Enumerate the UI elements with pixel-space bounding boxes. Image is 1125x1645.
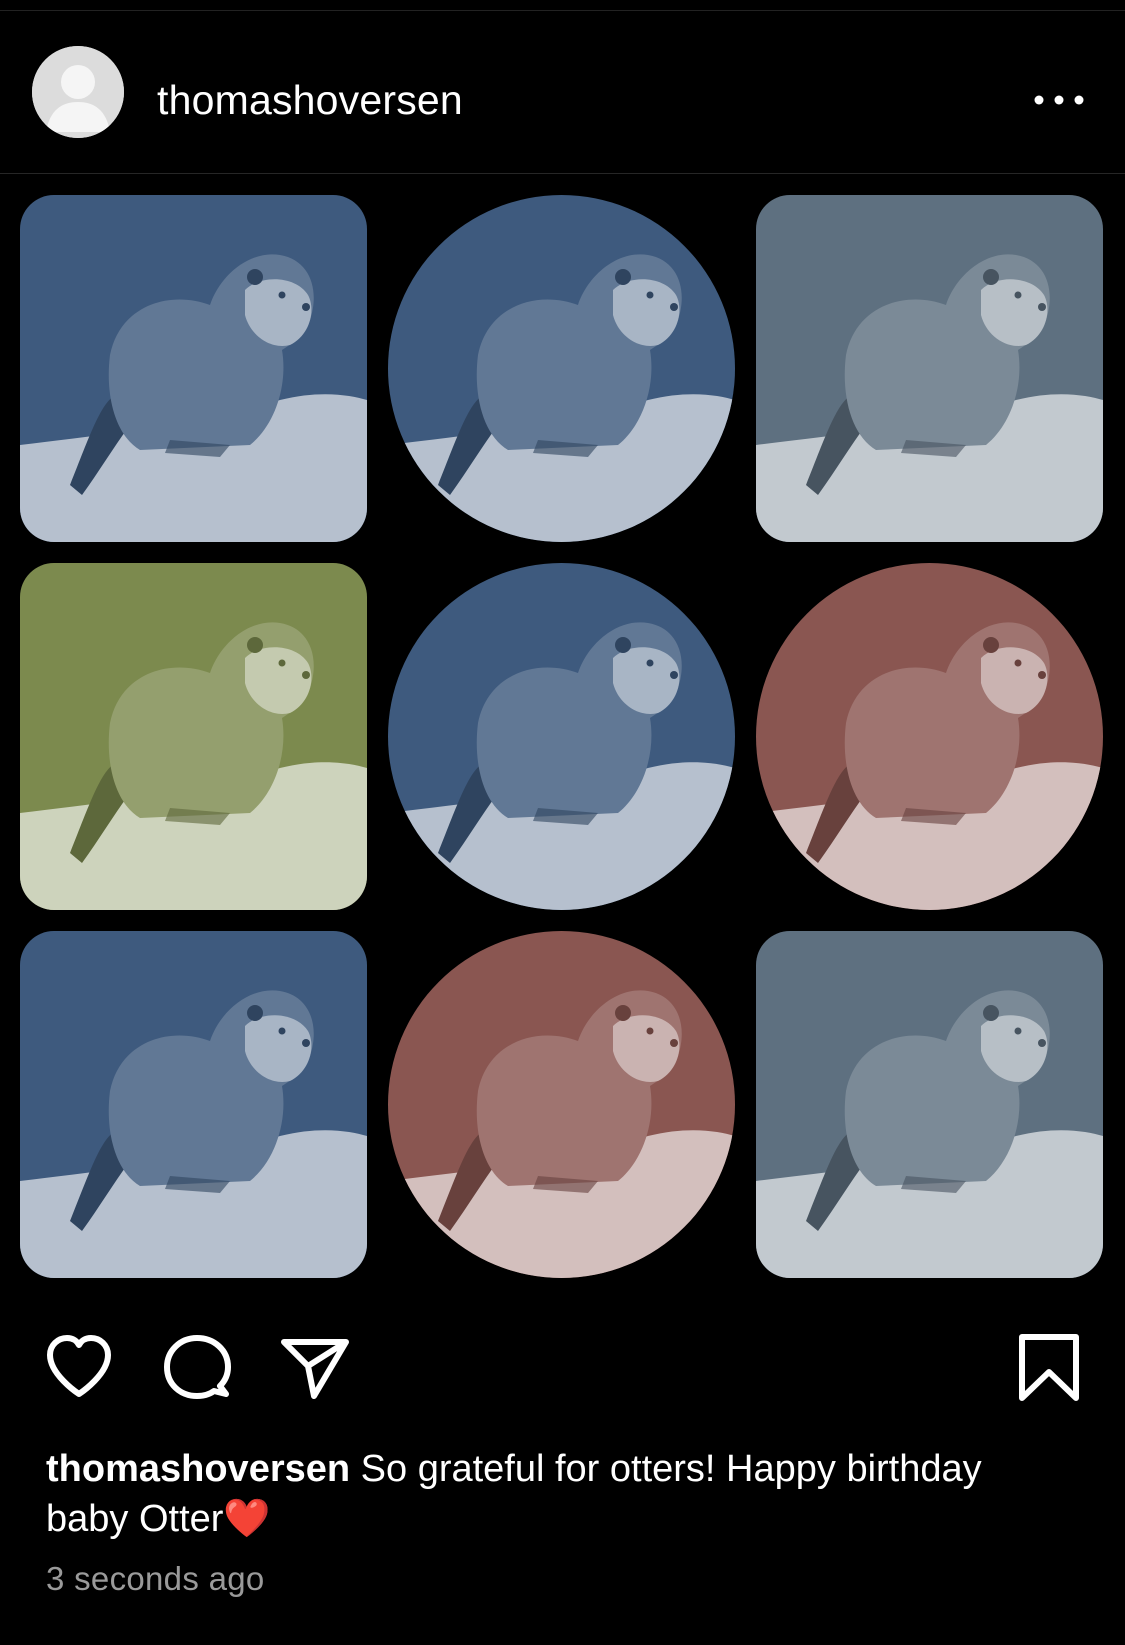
default-avatar-icon xyxy=(32,46,124,138)
otter-tile xyxy=(20,563,367,910)
heart-icon xyxy=(47,1335,111,1397)
otter-image xyxy=(388,195,735,542)
otter-tile xyxy=(20,195,367,542)
like-button[interactable] xyxy=(42,1330,116,1409)
more-horizontal-icon xyxy=(1034,95,1084,105)
comment-icon xyxy=(164,1335,231,1399)
otter-image xyxy=(756,195,1103,542)
more-options-button[interactable] xyxy=(1030,86,1090,116)
otter-tile xyxy=(756,563,1103,910)
otter-tile xyxy=(20,931,367,1278)
otter-image xyxy=(20,563,367,910)
otter-tile xyxy=(756,931,1103,1278)
otter-image xyxy=(388,563,735,910)
otter-image xyxy=(388,931,735,1278)
otter-tile xyxy=(756,195,1103,542)
heart-emoji: ❤️ xyxy=(223,1498,271,1540)
avatar[interactable] xyxy=(32,46,124,138)
post-timestamp: 3 seconds ago xyxy=(46,1560,265,1597)
comment-button[interactable] xyxy=(160,1330,234,1409)
post-header: thomashoversen xyxy=(0,11,1125,174)
post-actions xyxy=(0,1330,1125,1410)
otter-image xyxy=(20,931,367,1278)
image-grid[interactable] xyxy=(20,195,1105,1280)
share-icon xyxy=(281,1339,349,1399)
otter-image xyxy=(756,931,1103,1278)
otter-tile xyxy=(388,563,735,910)
otter-tile xyxy=(388,931,735,1278)
otter-tile xyxy=(388,195,735,542)
caption-username[interactable]: thomashoversen xyxy=(46,1448,350,1490)
save-button[interactable] xyxy=(1012,1330,1086,1409)
share-button[interactable] xyxy=(278,1330,352,1409)
post-username[interactable]: thomashoversen xyxy=(157,77,463,124)
otter-image xyxy=(756,563,1103,910)
post-caption: thomashoversen So grateful for otters! H… xyxy=(46,1444,1066,1544)
otter-image xyxy=(20,195,367,542)
bookmark-icon xyxy=(1019,1334,1079,1401)
